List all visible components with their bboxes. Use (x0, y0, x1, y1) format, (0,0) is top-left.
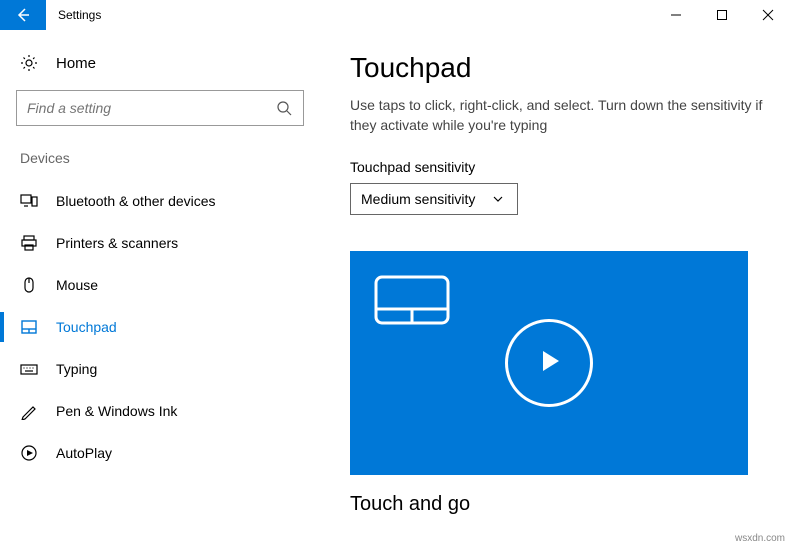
close-button[interactable] (745, 0, 791, 30)
sidebar-item-autoplay[interactable]: AutoPlay (0, 432, 320, 474)
gear-icon (20, 54, 38, 72)
sidebar-item-label: Pen & Windows Ink (56, 403, 177, 419)
maximize-button[interactable] (699, 0, 745, 30)
sidebar-item-mouse[interactable]: Mouse (0, 264, 320, 306)
sidebar-item-touchpad[interactable]: Touchpad (0, 306, 320, 348)
sidebar-item-printers[interactable]: Printers & scanners (0, 222, 320, 264)
search-input[interactable] (27, 100, 275, 116)
home-button[interactable]: Home (0, 42, 320, 90)
sensitivity-label: Touchpad sensitivity (350, 159, 773, 175)
mouse-icon (20, 276, 38, 294)
arrow-left-icon (14, 6, 32, 24)
sensitivity-dropdown[interactable]: Medium sensitivity (350, 183, 518, 215)
search-icon (275, 99, 293, 117)
pen-icon (20, 402, 38, 420)
video-thumbnail[interactable] (350, 251, 748, 475)
touchpad-icon (20, 318, 38, 336)
section-title: Touch and go (350, 493, 773, 516)
sidebar-item-bluetooth[interactable]: Bluetooth & other devices (0, 180, 320, 222)
keyboard-icon (20, 360, 38, 378)
dropdown-value: Medium sensitivity (361, 191, 475, 207)
sidebar-item-label: AutoPlay (56, 445, 112, 461)
page-title: Touchpad (350, 52, 773, 84)
sidebar-item-label: Mouse (56, 277, 98, 293)
printer-icon (20, 234, 38, 252)
sidebar-item-label: Typing (56, 361, 97, 377)
sidebar-item-label: Printers & scanners (56, 235, 178, 251)
watermark: wsxdn.com (735, 533, 785, 544)
sidebar-item-label: Bluetooth & other devices (56, 193, 216, 209)
window-title: Settings (46, 0, 653, 30)
main-panel: Touchpad Use taps to click, right-click,… (320, 30, 791, 546)
sidebar-item-label: Touchpad (56, 319, 117, 335)
home-label: Home (56, 55, 96, 72)
play-button[interactable] (505, 319, 593, 407)
maximize-icon (713, 6, 731, 24)
play-icon (533, 345, 565, 382)
page-description: Use taps to click, right-click, and sele… (350, 96, 770, 135)
sidebar-item-typing[interactable]: Typing (0, 348, 320, 390)
chevron-down-icon (489, 190, 507, 208)
back-button[interactable] (0, 0, 46, 30)
devices-icon (20, 192, 38, 210)
close-icon (759, 6, 777, 24)
sidebar-item-pen[interactable]: Pen & Windows Ink (0, 390, 320, 432)
sidebar-section-header: Devices (0, 150, 320, 180)
search-box[interactable] (16, 90, 304, 126)
touchpad-graphic-icon (374, 275, 450, 330)
autoplay-icon (20, 444, 38, 462)
minimize-icon (667, 6, 685, 24)
minimize-button[interactable] (653, 0, 699, 30)
sidebar: Home Devices Bluetooth & other devices P… (0, 30, 320, 546)
